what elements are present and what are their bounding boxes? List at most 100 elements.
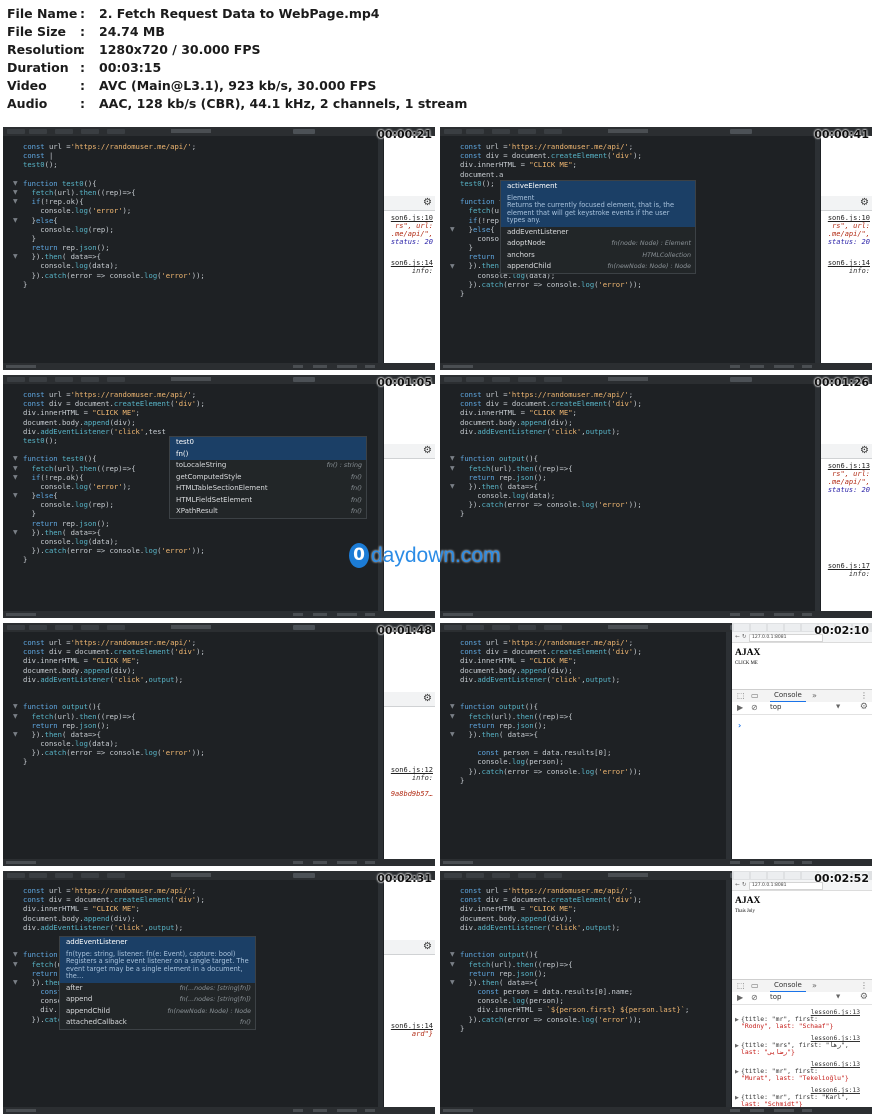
autocomplete-item-selected[interactable]: test0 (170, 437, 366, 449)
fold-arrow-icon[interactable]: ▼ (13, 455, 18, 462)
expand-arrow-icon[interactable]: ▶ (735, 1069, 739, 1075)
editor-tab[interactable] (107, 377, 125, 382)
editor-tab[interactable] (81, 377, 99, 382)
browser-tab[interactable] (734, 624, 749, 631)
editor-tab[interactable] (492, 377, 510, 382)
fold-arrow-icon[interactable]: ▼ (13, 465, 18, 472)
autocomplete-item-selected[interactable]: activeElement (501, 181, 695, 193)
inspect-icon[interactable]: ⬚ (737, 981, 745, 990)
editor-scrollbar[interactable] (726, 632, 731, 859)
gear-icon[interactable]: ⚙ (860, 445, 869, 456)
editor-tab[interactable] (29, 377, 47, 382)
editor-tab[interactable] (444, 377, 462, 382)
editor-tab-active[interactable] (730, 129, 752, 134)
console-source-link[interactable]: lesson6.js:13 (811, 1061, 860, 1068)
browser-tab[interactable] (751, 872, 766, 879)
editor-tab[interactable] (55, 873, 73, 878)
gear-icon[interactable]: ⚙ (423, 693, 432, 704)
reload-icon[interactable]: ↻ (742, 634, 747, 640)
autocomplete-item[interactable]: toLocaleString fn() : string (170, 460, 366, 472)
autocomplete-item[interactable]: appendChild fn(newNode: Node) : Node (60, 1006, 255, 1018)
autocomplete-item[interactable]: HTMLTableSectionElement fn() (170, 483, 366, 495)
chevron-down-icon[interactable]: ▼ (836, 704, 840, 710)
editor-tab[interactable] (544, 129, 562, 134)
devtools-menu-icon[interactable]: ⋮ (860, 691, 868, 700)
clear-console-icon[interactable]: ⊘ (751, 993, 758, 1002)
context-select[interactable]: top (770, 993, 781, 1001)
fold-arrow-icon[interactable]: ▼ (13, 731, 18, 738)
fold-arrow-icon[interactable]: ▼ (450, 703, 455, 710)
editor-tab[interactable] (492, 625, 510, 630)
clear-console-icon[interactable]: ⊘ (751, 703, 758, 712)
browser-tab[interactable] (785, 624, 800, 631)
editor-tab[interactable] (7, 377, 25, 382)
fold-arrow-icon[interactable]: ▼ (13, 961, 18, 968)
editor-scrollbar[interactable] (378, 880, 383, 1107)
editor-tab[interactable] (444, 129, 462, 134)
fold-arrow-icon[interactable]: ▼ (450, 483, 455, 490)
gear-icon[interactable]: ⚙ (860, 992, 868, 1002)
editor-tab[interactable] (544, 377, 562, 382)
fold-arrow-icon[interactable]: ▼ (450, 455, 455, 462)
console-entry[interactable]: {title: "mr", first: "Rodny", last: "Sch… (741, 1015, 833, 1031)
reload-icon[interactable]: ↻ (742, 882, 747, 888)
expand-arrow-icon[interactable]: ▶ (735, 1017, 739, 1023)
editor-tab[interactable] (518, 377, 536, 382)
browser-tab[interactable] (734, 872, 749, 879)
editor-tab[interactable] (466, 129, 484, 134)
editor-tab[interactable] (55, 625, 73, 630)
editor-tab-active[interactable] (293, 625, 315, 630)
code-editor[interactable]: const url ='https://randomuser.me/api/';… (460, 886, 689, 1033)
browser-tab[interactable] (751, 624, 766, 631)
editor-tab-active[interactable] (293, 377, 315, 382)
editor-tab[interactable] (518, 873, 536, 878)
fold-arrow-icon[interactable]: ▼ (450, 731, 455, 738)
fold-arrow-icon[interactable]: ▼ (13, 198, 18, 205)
back-icon[interactable]: ← (735, 882, 740, 888)
code-editor[interactable]: const url ='https://randomuser.me/api/';… (460, 638, 642, 785)
context-select[interactable]: top (770, 703, 781, 711)
fold-arrow-icon[interactable]: ▼ (450, 961, 455, 968)
fold-arrow-icon[interactable]: ▼ (13, 474, 18, 481)
devtools-menu-icon[interactable]: ⋮ (860, 981, 868, 990)
browser-tab[interactable] (768, 872, 783, 879)
autocomplete-item[interactable]: appendChild fn(newNode: Node) : Node (501, 261, 695, 273)
fold-arrow-icon[interactable]: ▼ (13, 713, 18, 720)
editor-tab[interactable] (7, 129, 25, 134)
autocomplete-item[interactable]: XPathResult fn() (170, 506, 366, 518)
editor-tab[interactable] (81, 625, 99, 630)
console-prompt-icon[interactable]: › (738, 721, 741, 730)
fold-arrow-icon[interactable]: ▼ (450, 465, 455, 472)
gear-icon[interactable]: ⚙ (423, 941, 432, 952)
editor-tab[interactable] (81, 873, 99, 878)
autocomplete-item[interactable]: append fn(...nodes: [string|fn]) (60, 994, 255, 1006)
gear-icon[interactable]: ⚙ (423, 445, 432, 456)
editor-tab[interactable] (107, 129, 125, 134)
editor-tab[interactable] (492, 873, 510, 878)
editor-tab[interactable] (7, 873, 25, 878)
console-source-link[interactable]: lesson6.js:13 (811, 1009, 860, 1016)
fold-arrow-icon[interactable]: ▼ (13, 492, 18, 499)
back-icon[interactable]: ← (735, 634, 740, 640)
editor-tab[interactable] (7, 625, 25, 630)
fold-arrow-icon[interactable]: ▼ (13, 253, 18, 260)
autocomplete-item[interactable]: after fn(...nodes: [string|fn]) (60, 983, 255, 995)
editor-tab[interactable] (492, 129, 510, 134)
editor-tab[interactable] (466, 377, 484, 382)
editor-tab[interactable] (107, 873, 125, 878)
editor-tab[interactable] (466, 873, 484, 878)
editor-tab[interactable] (444, 873, 462, 878)
browser-tab[interactable] (785, 872, 800, 879)
editor-tab[interactable] (107, 625, 125, 630)
gear-icon[interactable]: ⚙ (860, 197, 869, 208)
fold-arrow-icon[interactable]: ▼ (13, 979, 18, 986)
expand-arrow-icon[interactable]: ▶ (735, 1095, 739, 1101)
sidebar-toggle-icon[interactable]: ▶ (737, 703, 743, 712)
page-click-text[interactable]: Thaís Joly (735, 909, 755, 914)
page-click-text[interactable]: CLICK ME (735, 661, 758, 666)
gear-icon[interactable]: ⚙ (860, 702, 868, 712)
fold-arrow-icon[interactable]: ▼ (13, 217, 18, 224)
autocomplete-item-selected[interactable]: addEventListener (60, 937, 255, 949)
url-field[interactable]: 127.0.0.1:8081 (749, 882, 823, 890)
autocomplete-item[interactable]: adoptNode fn(node: Node) : Element (501, 238, 695, 250)
